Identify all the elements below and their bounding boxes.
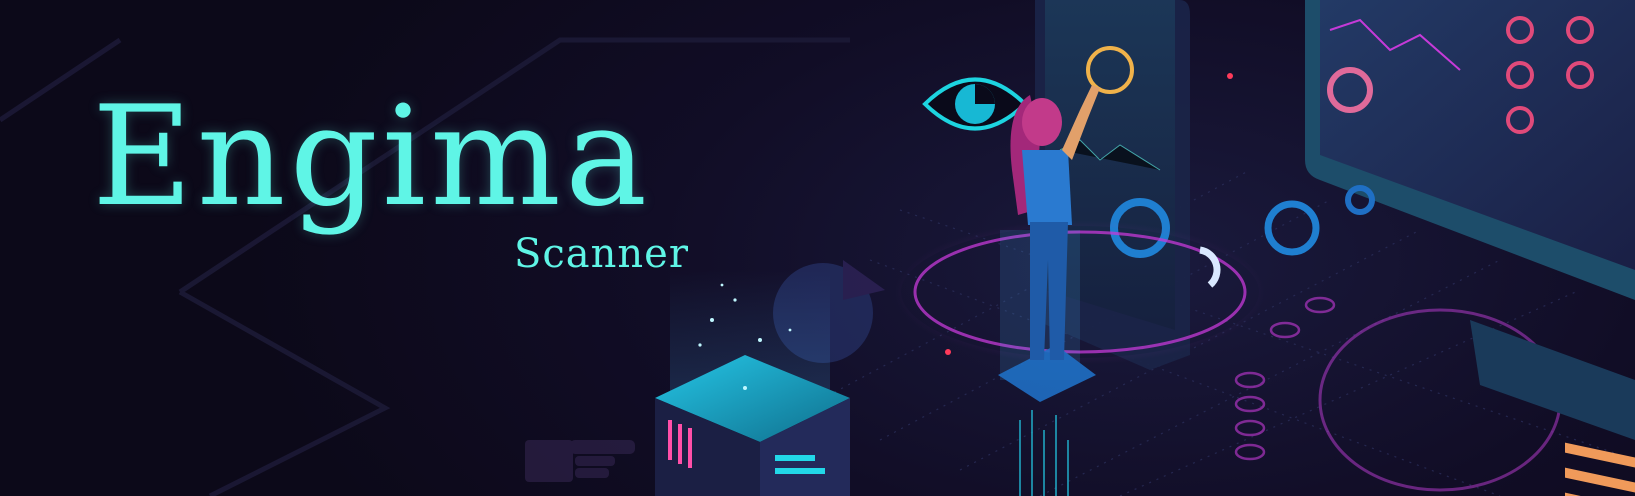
app-title: Engima — [92, 76, 652, 237]
eye-icon — [922, 77, 1028, 131]
pointing-hand-icon — [525, 440, 635, 482]
data-cube-icon — [655, 270, 850, 496]
hologram-rings — [889, 214, 1562, 492]
data-bars — [1019, 410, 1069, 496]
floating-ring-icons — [1199, 185, 1375, 288]
analytics-dashboard-icon — [1305, 0, 1635, 496]
hero-banner: Engima Scanner — [0, 0, 1635, 496]
app-subtitle: Scanner — [514, 231, 689, 277]
background-illustration — [0, 0, 1635, 496]
